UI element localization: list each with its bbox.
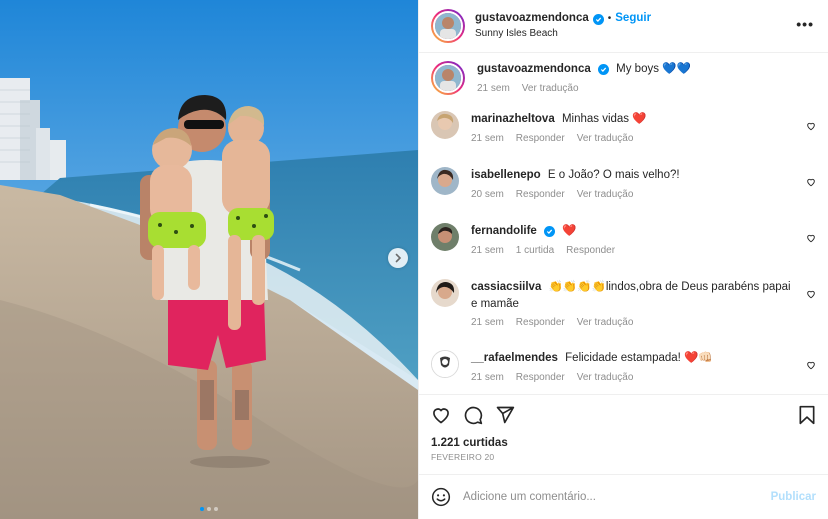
- comment-username[interactable]: cassiacsiilva: [471, 281, 541, 293]
- avatar-image: [435, 13, 461, 39]
- comments-list: gustavoazmendonca My boys 💙💙 21 sem Ver …: [419, 53, 828, 394]
- commenter-avatar[interactable]: [431, 279, 459, 307]
- author-username[interactable]: gustavoazmendonca: [475, 11, 589, 27]
- post-date[interactable]: FEVEREIRO 20: [431, 452, 816, 462]
- separator: •: [607, 13, 612, 25]
- chevron-right-icon: [395, 253, 402, 263]
- more-options-icon[interactable]: •••: [796, 17, 814, 31]
- bookmark-icon[interactable]: [798, 405, 816, 425]
- comment-item: marinazheltova Minhas vidas ❤️ 21 sem Re…: [431, 111, 816, 167]
- comment-reply-link[interactable]: Responder: [516, 189, 565, 200]
- caption-translate-link[interactable]: Ver tradução: [522, 83, 579, 94]
- comment-like-heart-icon[interactable]: [806, 360, 816, 370]
- carousel-dot: [200, 507, 204, 511]
- comment-like-heart-icon[interactable]: [806, 233, 816, 243]
- avatar-image: [431, 167, 459, 195]
- post-side-panel: gustavoazmendonca • Seguir Sunny Isles B…: [418, 0, 828, 519]
- comment-icon[interactable]: [463, 405, 483, 425]
- comment-translate-link[interactable]: Ver tradução: [577, 372, 634, 383]
- comment-text: E o João? O mais velho?!: [547, 169, 680, 181]
- follow-button[interactable]: Seguir: [615, 11, 651, 27]
- carousel-dot: [214, 507, 218, 511]
- carousel-next-button[interactable]: [388, 248, 408, 268]
- comment-reply-link[interactable]: Responder: [516, 133, 565, 144]
- post-modal: gustavoazmendonca • Seguir Sunny Isles B…: [0, 0, 828, 519]
- comment-time[interactable]: 21 sem: [471, 133, 504, 144]
- comment-composer: Publicar: [419, 474, 828, 519]
- comment-username[interactable]: __rafaelmendes: [471, 352, 558, 364]
- post-location[interactable]: Sunny Isles Beach: [475, 27, 651, 41]
- carousel-dot: [207, 507, 211, 511]
- commenter-avatar[interactable]: [431, 111, 459, 139]
- avatar-image: [431, 279, 459, 307]
- verified-badge-icon: [597, 64, 609, 75]
- comment-translate-link[interactable]: Ver tradução: [577, 317, 634, 328]
- author-avatar[interactable]: [431, 9, 465, 43]
- caption-text: My boys 💙💙: [616, 63, 691, 75]
- heart-icon[interactable]: [431, 405, 451, 425]
- comment-likes-count[interactable]: 1 curtida: [516, 245, 554, 256]
- post-actions: 1.221 curtidas FEVEREIRO 20: [419, 394, 828, 474]
- likes-count[interactable]: 1.221 curtidas: [431, 437, 816, 449]
- comment-username[interactable]: isabellenepo: [471, 169, 541, 181]
- comment-text: Felicidade estampada! ❤️👊🏻: [565, 352, 713, 364]
- comment-reply-link[interactable]: Responder: [516, 317, 565, 328]
- comment-item: isabellenepo E o João? O mais velho?! 20…: [431, 167, 816, 223]
- carousel-indicator: [0, 507, 418, 511]
- comment-time[interactable]: 21 sem: [471, 245, 504, 256]
- comment-translate-link[interactable]: Ver tradução: [577, 189, 634, 200]
- post-caption: gustavoazmendonca My boys 💙💙 21 sem Ver …: [431, 61, 816, 111]
- verified-badge-icon: [592, 13, 604, 25]
- comment-reply-link[interactable]: Responder: [566, 245, 615, 256]
- avatar-image: [432, 351, 458, 377]
- commenter-avatar[interactable]: [431, 350, 459, 378]
- comment-like-heart-icon[interactable]: [806, 121, 816, 131]
- verified-badge-icon: [544, 226, 556, 237]
- comment-time[interactable]: 21 sem: [471, 317, 504, 328]
- comment-time[interactable]: 21 sem: [471, 372, 504, 383]
- beach-photo-image: [0, 0, 418, 519]
- emoji-icon[interactable]: [431, 487, 451, 507]
- comment-username[interactable]: marinazheltova: [471, 113, 555, 125]
- commenter-avatar[interactable]: [431, 167, 459, 195]
- avatar-image: [431, 111, 459, 139]
- comment-input[interactable]: [463, 491, 771, 503]
- comment-text: ❤️: [562, 225, 577, 237]
- comment-item: cassiacsiilva 👏👏👏👏lindos,obra de Deus pa…: [431, 279, 816, 350]
- comment-time[interactable]: 20 sem: [471, 189, 504, 200]
- caption-author-avatar[interactable]: [431, 61, 465, 95]
- publish-button[interactable]: Publicar: [771, 491, 816, 503]
- comment-translate-link[interactable]: Ver tradução: [577, 133, 634, 144]
- avatar-image: [435, 65, 461, 91]
- caption-time[interactable]: 21 sem: [477, 83, 510, 94]
- comment-like-heart-icon[interactable]: [806, 289, 816, 299]
- comment-reply-link[interactable]: Responder: [516, 372, 565, 383]
- comment-like-heart-icon[interactable]: [806, 177, 816, 187]
- post-header: gustavoazmendonca • Seguir Sunny Isles B…: [419, 0, 828, 53]
- comment-item: __rafaelmendes Felicidade estampada! ❤️👊…: [431, 350, 816, 394]
- commenter-avatar[interactable]: [431, 223, 459, 251]
- avatar-image: [431, 223, 459, 251]
- comment-username[interactable]: fernandolife: [471, 225, 537, 237]
- post-header-meta: gustavoazmendonca • Seguir Sunny Isles B…: [475, 11, 651, 40]
- caption-username[interactable]: gustavoazmendonca: [477, 63, 591, 75]
- share-icon[interactable]: [495, 405, 515, 425]
- post-photo[interactable]: [0, 0, 418, 519]
- comment-item: fernandolife ❤️ 21 sem 1 curtida Respond…: [431, 223, 816, 279]
- comment-text: Minhas vidas ❤️: [561, 113, 647, 125]
